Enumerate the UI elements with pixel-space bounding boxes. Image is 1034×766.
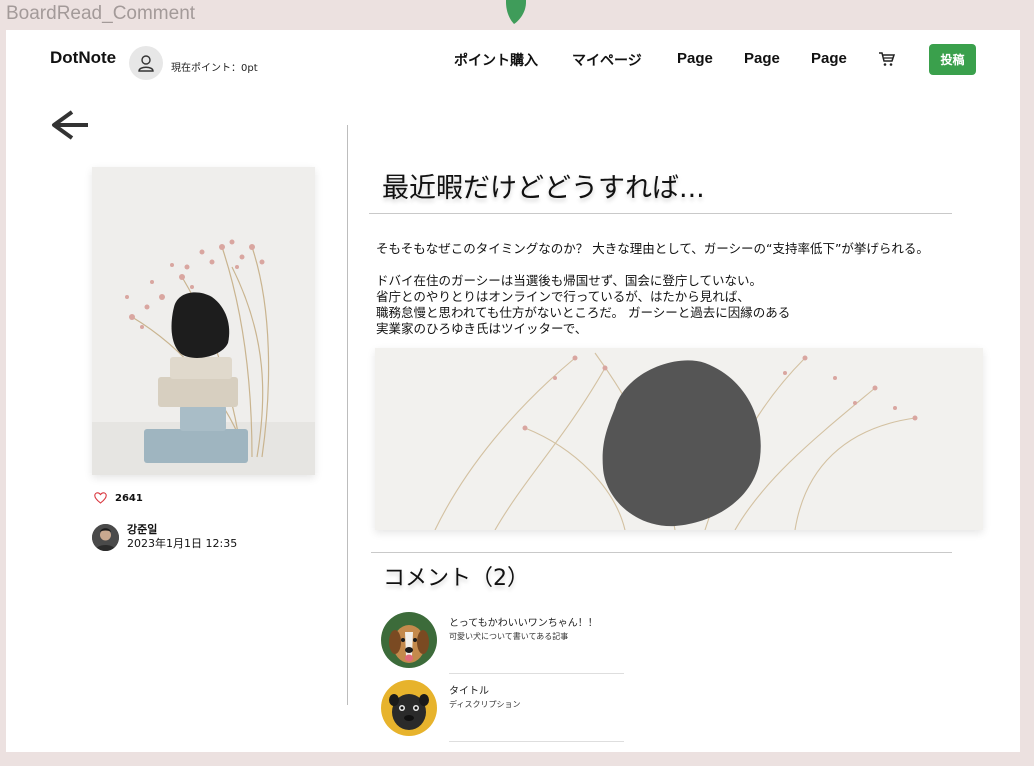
author-avatar[interactable] (92, 523, 119, 551)
comment-item[interactable]: タイトル ディスクリプション (381, 680, 631, 742)
comments-heading: コメント（2） (383, 566, 529, 591)
post-content-image (375, 348, 983, 530)
pin-marker-icon (506, 0, 526, 24)
comment-separator (449, 673, 624, 674)
nav-buy-points[interactable]: ポイント購入 (454, 50, 538, 70)
post-body-line: ドバイ在住のガーシーは当選後も帰国せず、国会に登庁していない。 (376, 273, 763, 288)
post-thumbnail-image (92, 167, 315, 475)
nav-page-3[interactable]: Page (811, 50, 847, 67)
post-body-line: 職務怠慢と思われても仕方がないところだ。 ガーシーと過去に因縁のある (376, 305, 791, 320)
nav-my-page[interactable]: マイページ (572, 50, 642, 70)
page-canvas: DotNote 現在ポイント：0pt ポイント購入 マイページ Page Pag… (6, 30, 1020, 752)
comment-title: とってもかわいいワンちゃん！！ (449, 618, 598, 629)
post-title: 最近暇だけどどうすれば... (382, 173, 705, 204)
post-body: そもそもなぜこのタイミングなのか？ 大きな理由として、ガーシーの“支持率低下”が… (376, 241, 1012, 337)
comment-description: ディスクリプション (449, 700, 521, 709)
nav-page-1[interactable]: Page (677, 50, 713, 67)
comments-divider (371, 552, 952, 553)
author-info: 강준일 2023年1月1日 12:35 (92, 523, 237, 551)
like-count: 2641 (115, 492, 143, 504)
post-date: 2023年1月1日 12:35 (127, 537, 238, 550)
author-name: 강준일 (127, 523, 158, 536)
post-lead: そもそもなぜこのタイミングなのか？ 大きな理由として、ガーシーの“支持率低下”が… (376, 241, 929, 256)
post-body-line: 省庁とのやりとりはオンラインで行っているが、はたから見れば、 (376, 289, 750, 304)
logo[interactable]: DotNote (50, 48, 116, 68)
user-icon (138, 55, 154, 72)
comment-item[interactable]: とってもかわいいワンちゃん！！ 可愛い犬について書いてある記事 (381, 612, 631, 674)
column-divider (347, 125, 348, 705)
comment-title: タイトル (449, 686, 489, 697)
nav-page-2[interactable]: Page (744, 50, 780, 67)
heart-icon[interactable] (94, 492, 107, 504)
title-divider (369, 213, 952, 214)
user-avatar[interactable] (129, 46, 163, 80)
arrow-left-icon[interactable] (50, 108, 90, 142)
comment-avatar[interactable] (381, 612, 437, 668)
comment-description: 可愛い犬について書いてある記事 (449, 632, 569, 641)
frame-label: BoardRead_Comment (6, 3, 196, 24)
post-button[interactable]: 投稿 (929, 44, 976, 75)
post-body-line: 実業家のひろゆき氏はツイッターで、 (376, 321, 588, 336)
like-counter[interactable]: 2641 (94, 492, 143, 504)
comment-separator (449, 741, 624, 742)
comment-avatar[interactable] (381, 680, 437, 736)
points-label: 現在ポイント：0pt (171, 63, 258, 74)
cart-icon[interactable] (878, 50, 896, 68)
